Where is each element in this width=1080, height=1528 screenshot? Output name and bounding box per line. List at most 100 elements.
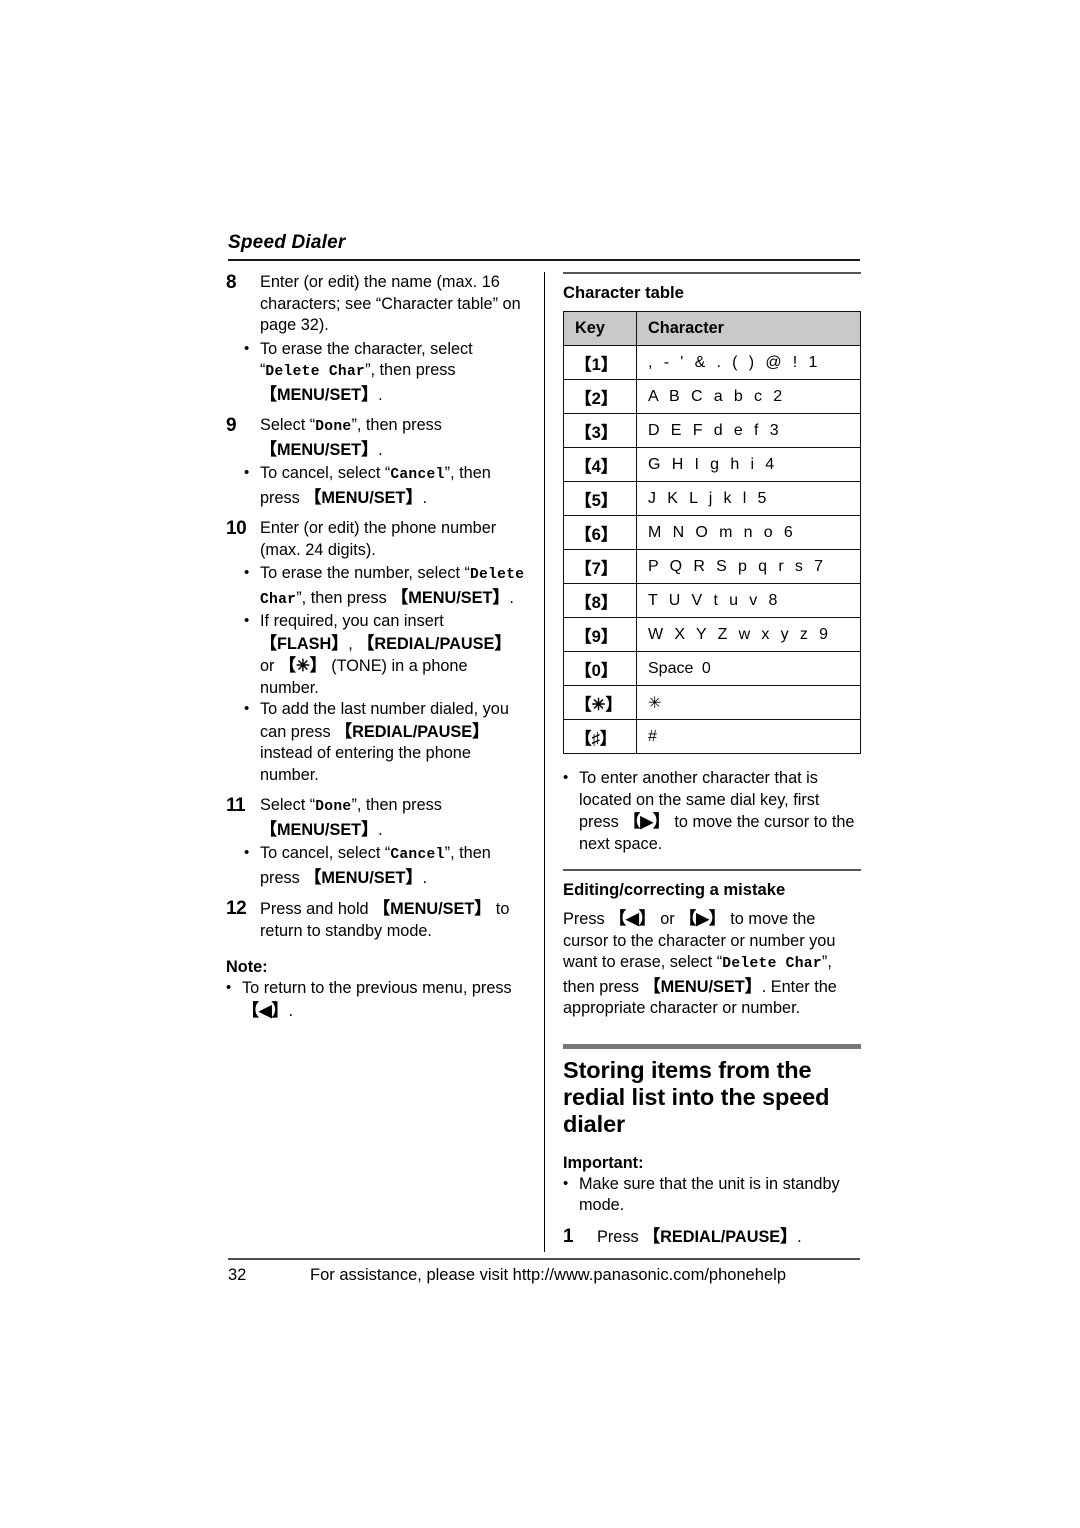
character-cell: A B C a b c 2 (636, 379, 861, 414)
table-row: 【1】 , - ' & . ( ) @ ! 1 (563, 345, 861, 380)
step-text-pre: Press (597, 1227, 644, 1246)
bullet-text-post: . (509, 588, 514, 607)
character-cell: P Q R S p q r s 7 (636, 549, 861, 584)
section-heading-rule (563, 1043, 861, 1049)
bullet-text-post: . (378, 385, 383, 404)
bullet-text-mid: ”, then press (365, 361, 456, 379)
footer-rule (228, 1258, 860, 1260)
note-text-pre: To return to the previous menu, press (242, 979, 512, 997)
editing-text-pre: Press (563, 910, 610, 928)
key-cell: 【0】 (563, 651, 637, 686)
key-cell: 【6】 (563, 515, 637, 550)
right-column: Character table Key Character 【1】 , - ' … (563, 272, 863, 1250)
bullet-text-mid: ”, then press (296, 588, 392, 607)
step-9-bullet-cancel: To cancel, select “Cancel”, then press 【… (244, 462, 526, 509)
character-cell: # (636, 719, 861, 754)
separator: or (260, 657, 280, 675)
step-12: 12 Press and hold 【MENU/SET】 to return t… (226, 898, 526, 942)
section-title: Storing items from the redial list into … (563, 1056, 830, 1137)
table-row: 【0】 Space 0 (563, 651, 861, 686)
key-right-arrow: 【▶】 (679, 909, 726, 928)
left-column: 8 Enter (or edit) the name (max. 16 char… (226, 272, 526, 1022)
step-text-mid: ”, then press (351, 416, 442, 434)
step-number: 11 (226, 795, 246, 816)
step-number: 1 (563, 1225, 574, 1247)
key-menu-set: 【MENU/SET】 (391, 587, 510, 607)
key-cell: 【7】 (563, 549, 637, 584)
step-text-post: . (378, 440, 383, 459)
note-text-post: . (288, 1001, 294, 1020)
note-bullet: To return to the previous menu, press 【◀… (226, 977, 526, 1022)
step-text: Enter (or edit) the phone number (max. 2… (260, 519, 497, 559)
section-step-1: 1 Press 【REDIAL/PAUSE】. (563, 1226, 863, 1249)
table-row: 【✳】 ✳ (563, 685, 861, 720)
table-row: 【8】 T U V t u v 8 (563, 583, 861, 618)
step-text-pre: Select “ (260, 416, 316, 434)
key-menu-set: 【MENU/SET】 (643, 976, 762, 996)
key-redial-pause: 【REDIAL/PAUSE】 (335, 721, 490, 741)
key-cell: 【2】 (563, 379, 637, 414)
key-cell: 【8】 (563, 583, 637, 618)
bullet-text-post: . (422, 868, 428, 887)
key-cell: 【3】 (563, 413, 637, 448)
character-table-title: Character table (563, 283, 684, 302)
note-heading: Note: (226, 958, 268, 976)
character-cell: T U V t u v 8 (636, 583, 861, 618)
header-rule (228, 259, 860, 261)
important-heading: Important: (563, 1153, 644, 1172)
key-left-arrow: 【◀】 (242, 1000, 289, 1020)
character-table-top-rule (563, 272, 861, 274)
key-cell: 【✳】 (563, 685, 637, 720)
step-10-bullet-flash: If required, you can insert 【FLASH】, 【RE… (244, 610, 526, 699)
key-cell: 【♯】 (563, 719, 637, 754)
bullet-text-post: instead of entering the phone number. (260, 744, 471, 784)
bullet-text-pre: To erase the number, select “ (260, 564, 470, 582)
key-cell: 【1】 (563, 345, 637, 380)
table-row: 【7】 P Q R S p q r s 7 (563, 549, 861, 584)
character-table-note: To enter another character that is locat… (563, 767, 863, 855)
character-cell: , - ' & . ( ) @ ! 1 (636, 345, 861, 380)
table-row: 【3】 D E F d e f 3 (563, 413, 861, 448)
character-cell: W X Y Z w x y z 9 (636, 617, 861, 652)
key-right-arrow: 【▶】 (623, 812, 670, 831)
step-number: 10 (226, 518, 247, 539)
key-cell: 【5】 (563, 481, 637, 516)
running-head: Speed Dialer (228, 232, 346, 253)
key-left-arrow: 【◀】 (609, 909, 656, 928)
step-11: 11 Select “Done”, then press 【MENU/SET】. (226, 795, 526, 841)
editing-heading: Editing/correcting a mistake (563, 880, 786, 899)
key-redial-pause: 【REDIAL/PAUSE】 (643, 1226, 798, 1246)
table-row: 【6】 M N O m n o 6 (563, 515, 861, 550)
bullet-text-pre: To cancel, select “ (260, 844, 391, 862)
key-menu-set: 【MENU/SET】 (304, 487, 423, 507)
table-row: 【4】 G H I g h i 4 (563, 447, 861, 482)
footer-text: For assistance, please visit http://www.… (310, 1266, 787, 1284)
table-row: 【♯】 # (563, 719, 861, 754)
key-cell: 【9】 (563, 617, 637, 652)
step-text-mid: ”, then press (351, 796, 442, 814)
step-8: 8 Enter (or edit) the name (max. 16 char… (226, 272, 526, 337)
column-divider (544, 272, 545, 1252)
display-string: Cancel (390, 847, 445, 863)
key-menu-set: 【MENU/SET】 (304, 867, 423, 887)
step-text-post: . (378, 820, 383, 839)
key-redial-pause: 【REDIAL/PAUSE】 (357, 633, 512, 653)
display-string: Delete Char (265, 364, 366, 380)
editing-text-mid1: or (655, 910, 680, 928)
column-header-character: Character (636, 311, 861, 346)
step-10-bullet-redial: To add the last number dialed, you can p… (244, 698, 526, 786)
character-cell: ✳ (636, 685, 861, 720)
display-string: Done (315, 419, 352, 435)
step-8-bullet-erase: To erase the character, select “Delete C… (244, 338, 526, 407)
character-cell: D E F d e f 3 (636, 413, 861, 448)
display-string: Done (315, 799, 352, 815)
display-string: Cancel (390, 467, 445, 483)
character-cell: Space 0 (636, 651, 861, 686)
page-number: 32 (228, 1266, 247, 1284)
step-number: 12 (226, 898, 247, 919)
